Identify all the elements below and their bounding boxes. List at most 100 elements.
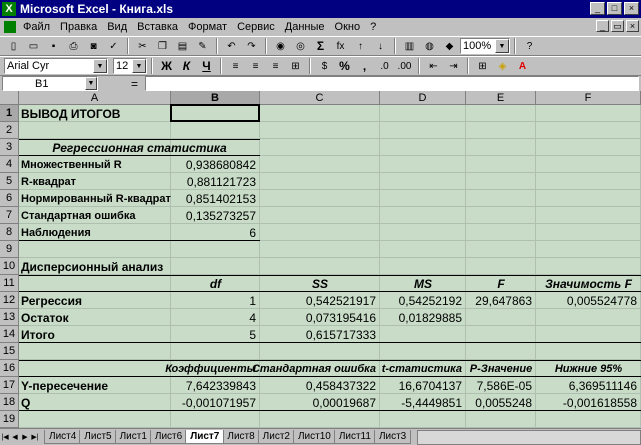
cell-c18[interactable]: 0,00019687 xyxy=(262,394,378,411)
chevron-down-icon[interactable]: ▼ xyxy=(85,77,97,90)
cell-f17[interactable]: 6,369511146 xyxy=(538,377,639,394)
sheet-tab-лист10[interactable]: Лист10 xyxy=(292,430,336,444)
italic-button[interactable]: К xyxy=(177,58,196,75)
cell-e12[interactable]: 29,647863 xyxy=(468,292,534,309)
column-header-a[interactable]: A xyxy=(19,91,171,105)
cell-b14[interactable]: 5 xyxy=(173,326,258,343)
name-box[interactable]: B1 ▼ xyxy=(2,76,98,91)
sheet-tab-лист6[interactable]: Лист6 xyxy=(149,430,188,444)
doc-restore-button[interactable]: ▭ xyxy=(611,20,624,32)
column-header-c[interactable]: C xyxy=(260,91,380,105)
increase-indent-icon[interactable]: ⇥ xyxy=(444,58,463,75)
map-icon[interactable]: ◍ xyxy=(420,38,439,55)
sheet-tab-лист4[interactable]: Лист4 xyxy=(44,430,82,444)
print-icon[interactable]: ⎙ xyxy=(64,38,83,55)
zoom-combo[interactable]: 100% ▼ xyxy=(460,38,510,54)
cell-a10[interactable]: Дисперсионный анализ xyxy=(21,258,169,275)
horizontal-scrollbar[interactable] xyxy=(417,429,641,445)
menu-view[interactable]: Вид xyxy=(102,21,132,33)
doc-close-button[interactable]: × xyxy=(626,20,639,32)
save-icon[interactable]: ▪ xyxy=(44,38,63,55)
align-right-icon[interactable]: ≡ xyxy=(266,58,285,75)
row-header-7[interactable]: 7 xyxy=(0,207,19,224)
font-size-combo[interactable]: 12 ▼ xyxy=(113,58,147,74)
cell-b5[interactable]: 0,881121723 xyxy=(173,173,258,190)
minimize-button[interactable]: _ xyxy=(590,2,605,15)
decrease-indent-icon[interactable]: ⇤ xyxy=(424,58,443,75)
row-header-11[interactable]: 11 xyxy=(0,275,19,292)
cell-c11[interactable]: SS xyxy=(262,275,378,292)
cell-e17[interactable]: 7,586E-05 xyxy=(468,377,534,394)
row-header-16[interactable]: 16 xyxy=(0,360,19,377)
row-header-9[interactable]: 9 xyxy=(0,241,19,258)
copy-icon[interactable]: ❐ xyxy=(153,38,172,55)
cell-f12[interactable]: 0,005524778 xyxy=(538,292,639,309)
format-painter-icon[interactable]: ✎ xyxy=(193,38,212,55)
cell-d13[interactable]: 0,01829885 xyxy=(382,309,464,326)
cell-b4[interactable]: 0,938680842 xyxy=(173,156,258,173)
percent-button[interactable]: % xyxy=(335,58,354,75)
open-icon[interactable]: ▭ xyxy=(24,38,43,55)
row-header-12[interactable]: 12 xyxy=(0,292,19,309)
menu-format[interactable]: Формат xyxy=(183,21,232,33)
row-header-17[interactable]: 17 xyxy=(0,377,19,394)
cell-a3[interactable]: Регрессионная статистика xyxy=(21,139,258,156)
close-button[interactable]: × xyxy=(624,2,639,15)
cell-a5[interactable]: R-квадрат xyxy=(21,173,169,190)
row-header-4[interactable]: 4 xyxy=(0,156,19,173)
chevron-down-icon[interactable]: ▼ xyxy=(495,39,509,53)
currency-icon[interactable]: $ xyxy=(315,58,334,75)
select-all-corner[interactable] xyxy=(0,91,19,105)
column-header-e[interactable]: E xyxy=(466,91,536,105)
row-header-14[interactable]: 14 xyxy=(0,326,19,343)
row-header-13[interactable]: 13 xyxy=(0,309,19,326)
menu-insert[interactable]: Вставка xyxy=(132,21,183,33)
cell-d11[interactable]: MS xyxy=(382,275,464,292)
decrease-decimal-icon[interactable]: .00 xyxy=(395,58,414,75)
borders-icon[interactable]: ⊞ xyxy=(473,58,492,75)
underline-button[interactable]: Ч xyxy=(197,58,216,75)
print-preview-icon[interactable]: ◙ xyxy=(84,38,103,55)
last-sheet-icon[interactable]: ▶| xyxy=(30,431,40,444)
row-header-10[interactable]: 10 xyxy=(0,258,19,275)
menu-help[interactable]: ? xyxy=(365,21,381,33)
cell-b17[interactable]: 7,642339843 xyxy=(173,377,258,394)
cell-a12[interactable]: Регрессия xyxy=(21,292,169,309)
maximize-button[interactable]: □ xyxy=(607,2,622,15)
cell-a14[interactable]: Итого xyxy=(21,326,169,343)
cell-b11[interactable]: df xyxy=(173,275,258,292)
cell-a8[interactable]: Наблюдения xyxy=(21,224,169,241)
sheet-tab-лист8[interactable]: Лист8 xyxy=(222,430,260,444)
row-header-2[interactable]: 2 xyxy=(0,122,19,139)
row-header-8[interactable]: 8 xyxy=(0,224,19,241)
row-header-6[interactable]: 6 xyxy=(0,190,19,207)
cell-c16[interactable]: Стандартная ошибка xyxy=(252,360,378,377)
active-cell-b1[interactable] xyxy=(170,104,260,122)
merge-center-icon[interactable]: ⊞ xyxy=(286,58,305,75)
cell-e11[interactable]: F xyxy=(468,275,534,292)
doc-minimize-button[interactable]: _ xyxy=(596,20,609,32)
cell-b18[interactable]: -0,001071957 xyxy=(173,394,258,411)
cell-a1[interactable]: ВЫВОД ИТОГОВ xyxy=(21,105,169,122)
sheet-tab-лист2[interactable]: Лист2 xyxy=(257,430,295,444)
menu-edit[interactable]: Правка xyxy=(55,21,102,33)
spreadsheet-grid[interactable]: A B C D E F 1 2 3 4 5 6 7 8 9 10 11 12 13 14 15 16 17 18 19 ВЫВОД… xyxy=(0,91,641,428)
cell-b13[interactable]: 4 xyxy=(173,309,258,326)
menu-file[interactable]: Файл xyxy=(18,21,55,33)
menu-tools[interactable]: Сервис xyxy=(232,21,280,33)
row-header-15[interactable]: 15 xyxy=(0,343,19,360)
cell-c14[interactable]: 0,615717333 xyxy=(262,326,378,343)
cell-a17[interactable]: Y-пересечение xyxy=(21,377,169,394)
cell-b16[interactable]: Коэффициенты xyxy=(165,360,258,377)
bold-button[interactable]: Ж xyxy=(157,58,176,75)
sheet-tab-лист7[interactable]: Лист7 xyxy=(185,430,225,444)
new-icon[interactable]: ▯ xyxy=(4,38,23,55)
cell-a13[interactable]: Остаток xyxy=(21,309,169,326)
cell-c12[interactable]: 0,542521917 xyxy=(262,292,378,309)
chart-wizard-icon[interactable]: ▥ xyxy=(400,38,419,55)
prev-sheet-icon[interactable]: ◀ xyxy=(10,431,20,444)
cell-d18[interactable]: -5,4449851 xyxy=(382,394,464,411)
hyperlink-icon[interactable]: ◉ xyxy=(271,38,290,55)
cell-a4[interactable]: Множественный R xyxy=(21,156,169,173)
first-sheet-icon[interactable]: |◀ xyxy=(0,431,10,444)
